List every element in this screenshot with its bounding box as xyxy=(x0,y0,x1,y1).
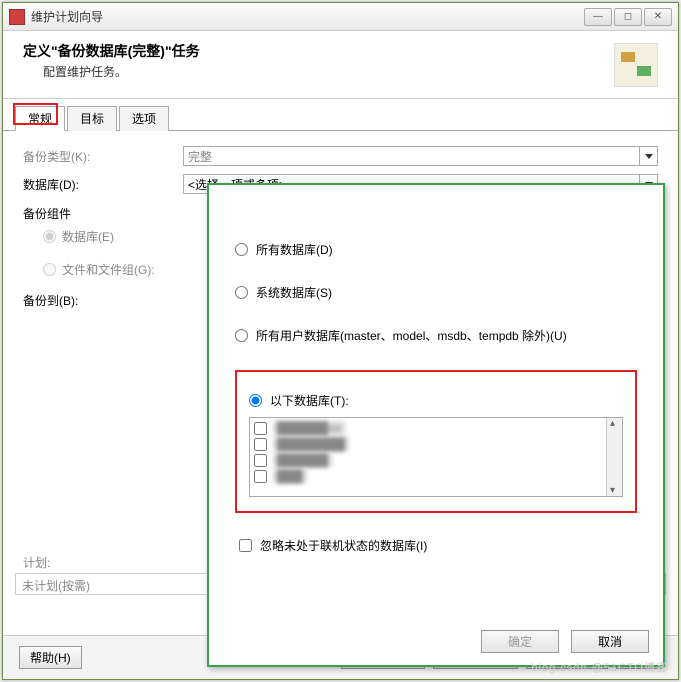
radio-user-databases[interactable]: 所有用户数据库(master、model、msdb、tempdb 除外)(U) xyxy=(235,327,637,344)
radio-input[interactable] xyxy=(235,243,248,256)
radio-all-databases[interactable]: 所有数据库(D) xyxy=(235,241,637,258)
header-title: 定义"备份数据库(完整)"任务 xyxy=(23,41,658,61)
database-label: 数据库(D): xyxy=(23,176,183,193)
backup-type-label: 备份类型(K): xyxy=(23,148,183,165)
radio-input[interactable] xyxy=(235,329,248,342)
radio-input[interactable] xyxy=(235,286,248,299)
minimize-button[interactable]: — xyxy=(584,8,612,26)
radio-input[interactable] xyxy=(43,230,56,243)
tab-general[interactable]: 常规 xyxy=(15,106,65,131)
wizard-header: 定义"备份数据库(完整)"任务 配置维护任务。 xyxy=(3,31,678,99)
header-subtitle: 配置维护任务。 xyxy=(43,63,658,80)
titlebar: 维护计划向导 — ◻ ✕ xyxy=(3,3,678,31)
scrollbar[interactable] xyxy=(606,418,622,496)
app-icon xyxy=(9,9,25,25)
header-icon xyxy=(614,43,658,87)
radio-input[interactable] xyxy=(249,394,262,407)
list-item[interactable]: ████████ xyxy=(254,436,618,452)
component-label: 备份组件 xyxy=(23,205,183,222)
chevron-down-icon xyxy=(639,147,657,165)
maximize-button[interactable]: ◻ xyxy=(614,8,642,26)
window-title: 维护计划向导 xyxy=(31,8,584,25)
radio-input[interactable] xyxy=(43,263,56,276)
database-list[interactable]: ██████xo ████████ ██████ ███ xyxy=(249,417,623,497)
list-item[interactable]: ███ xyxy=(254,468,618,484)
list-item[interactable]: ██████ xyxy=(254,452,618,468)
tab-target[interactable]: 目标 xyxy=(67,106,117,131)
window-controls: — ◻ ✕ xyxy=(584,8,672,26)
tab-options[interactable]: 选项 xyxy=(119,106,169,131)
annotation-highlight: 以下数据库(T): ██████xo ████████ ██████ ███ xyxy=(235,370,637,513)
database-select-popup: 所有数据库(D) 系统数据库(S) 所有用户数据库(master、model、m… xyxy=(207,183,665,667)
backup-type-value: 完整 xyxy=(188,148,212,165)
checkbox-input[interactable] xyxy=(239,539,252,552)
backup-type-dropdown[interactable]: 完整 xyxy=(183,146,658,166)
close-button[interactable]: ✕ xyxy=(644,8,672,26)
radio-system-databases[interactable]: 系统数据库(S) xyxy=(235,284,637,301)
wizard-window: 维护计划向导 — ◻ ✕ 定义"备份数据库(完整)"任务 配置维护任务。 常规 … xyxy=(2,2,679,680)
help-button[interactable]: 帮助(H) xyxy=(19,646,82,669)
cancel-button[interactable]: 取消 xyxy=(571,630,649,653)
ok-button[interactable]: 确定 xyxy=(481,630,559,653)
tab-strip: 常规 目标 选项 xyxy=(3,105,678,131)
list-item[interactable]: ██████xo xyxy=(254,420,618,436)
radio-these-databases[interactable]: 以下数据库(T): xyxy=(249,392,623,409)
ignore-offline-checkbox[interactable]: 忽略未处于联机状态的数据库(I) xyxy=(239,537,637,554)
